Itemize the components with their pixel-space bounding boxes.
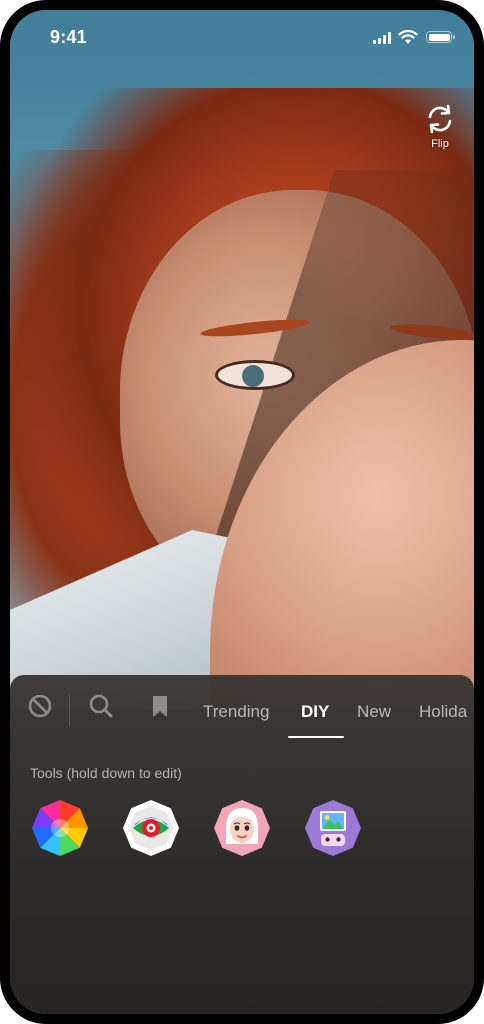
tab-divider bbox=[69, 695, 70, 727]
tab-diy[interactable]: DIY bbox=[301, 702, 329, 722]
phone-screen: 9:41 Flip Trending DIY New Holida Tools … bbox=[10, 10, 474, 1014]
image-tool[interactable] bbox=[303, 798, 363, 858]
cellular-signal-icon bbox=[373, 32, 391, 44]
status-bar: 9:41 bbox=[10, 10, 474, 66]
tab-holidays[interactable]: Holida bbox=[419, 702, 467, 722]
eye-icon bbox=[123, 800, 179, 856]
status-time: 9:41 bbox=[50, 27, 87, 47]
bookmark-icon[interactable] bbox=[146, 692, 174, 720]
tools-list bbox=[30, 798, 363, 858]
eye-tool[interactable] bbox=[121, 798, 181, 858]
tools-section-label: Tools (hold down to edit) bbox=[30, 765, 182, 781]
no-effect-icon[interactable] bbox=[26, 692, 54, 720]
tab-new[interactable]: New bbox=[357, 702, 391, 722]
battery-icon bbox=[426, 31, 455, 43]
flip-icon bbox=[428, 104, 452, 134]
color-wheel-tool[interactable] bbox=[30, 798, 90, 858]
camera-preview[interactable] bbox=[10, 10, 474, 710]
device-frame: 9:41 Flip Trending DIY New Holida Tools … bbox=[0, 0, 484, 1024]
flip-label: Flip bbox=[431, 138, 449, 150]
tab-trending[interactable]: Trending bbox=[203, 702, 269, 722]
effects-tab-bar: Trending DIY New Holida bbox=[10, 675, 474, 738]
effects-panel: Trending DIY New Holida Tools (hold down… bbox=[10, 675, 474, 1014]
face-icon bbox=[214, 800, 270, 856]
wifi-icon bbox=[398, 29, 418, 44]
image-icon bbox=[305, 800, 361, 856]
search-icon[interactable] bbox=[87, 692, 115, 720]
color-wheel-icon bbox=[32, 800, 88, 856]
face-tool[interactable] bbox=[212, 798, 272, 858]
flip-camera-button[interactable]: Flip bbox=[420, 102, 460, 162]
active-tab-indicator bbox=[288, 736, 344, 738]
